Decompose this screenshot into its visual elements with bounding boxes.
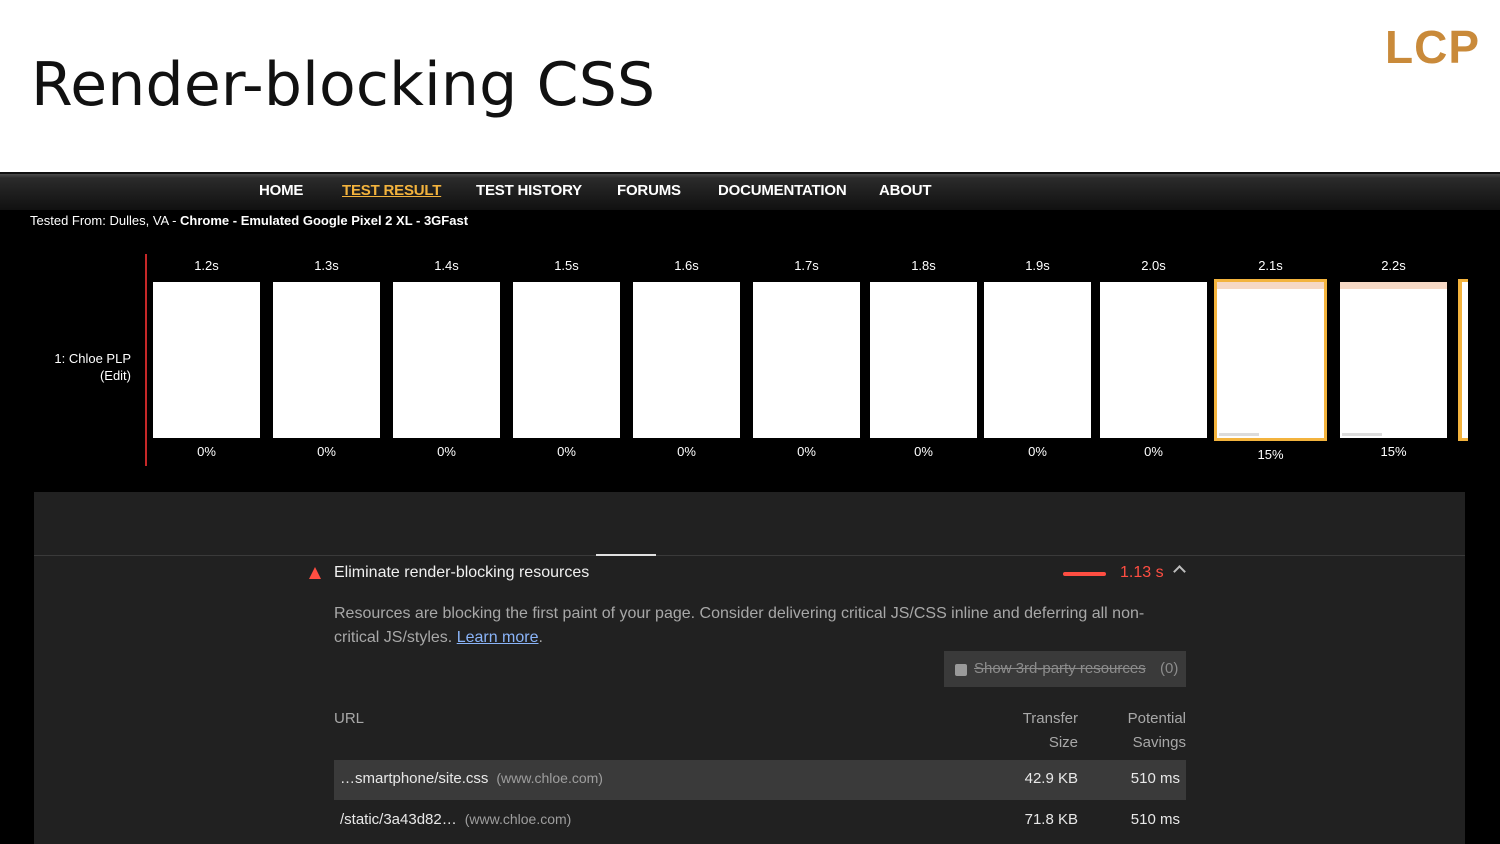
frame-visual-progress: 0% bbox=[797, 444, 816, 459]
top-navbar: HOME TEST RESULT TEST HISTORY FORUMS DOC… bbox=[0, 172, 1500, 210]
savings-bar bbox=[1063, 572, 1106, 576]
tested-from-info: Tested From: Dulles, VA - Chrome - Emula… bbox=[30, 213, 468, 228]
filmstrip-frame[interactable] bbox=[393, 282, 500, 438]
nav-test-result[interactable]: TEST RESULT bbox=[342, 182, 441, 199]
frame-time: 1.8s bbox=[911, 258, 936, 273]
frame-time: 1.3s bbox=[314, 258, 339, 273]
filmstrip-test-label: 1: Chloe PLP (Edit) bbox=[30, 350, 131, 384]
third-party-checkbox[interactable] bbox=[955, 664, 967, 676]
lighthouse-panel: Eliminate render-blocking resources 1.13… bbox=[34, 492, 1465, 844]
filmstrip-frame[interactable] bbox=[984, 282, 1091, 438]
frame-visual-progress: 0% bbox=[1028, 444, 1047, 459]
test-name: 1: Chloe PLP bbox=[54, 351, 131, 366]
filmstrip-frame[interactable] bbox=[513, 282, 620, 438]
frame-time: 1.9s bbox=[1025, 258, 1050, 273]
frame-visual-progress: 0% bbox=[317, 444, 336, 459]
filmstrip-frame[interactable] bbox=[153, 282, 260, 438]
description-end: . bbox=[538, 629, 543, 646]
resource-host: (www.chloe.com) bbox=[464, 811, 572, 827]
filmstrip-frame[interactable] bbox=[753, 282, 860, 438]
filmstrip-frame-partial bbox=[1458, 279, 1468, 441]
nav-forums[interactable]: FORUMS bbox=[617, 182, 681, 199]
nav-home[interactable]: HOME bbox=[259, 182, 303, 199]
frame-time: 1.6s bbox=[674, 258, 699, 273]
transfer-header-line1: Transfer bbox=[1022, 710, 1078, 727]
audit-title[interactable]: Eliminate render-blocking resources bbox=[334, 564, 589, 582]
resource-host: (www.chloe.com) bbox=[496, 770, 603, 786]
resource-url-cell: /static/3a43d82… (www.chloe.com) bbox=[340, 811, 571, 828]
potential-savings: 510 ms bbox=[1130, 770, 1180, 787]
nav-about[interactable]: ABOUT bbox=[879, 182, 932, 199]
potential-savings: 510 ms bbox=[1130, 811, 1180, 828]
transfer-header-line2: Size bbox=[1048, 734, 1078, 751]
resource-url[interactable]: /static/3a43d82… bbox=[340, 811, 457, 828]
frame-time: 2.1s bbox=[1258, 258, 1283, 273]
frame-visual-progress: 0% bbox=[437, 444, 456, 459]
transfer-size: 71.8 KB bbox=[1024, 811, 1078, 828]
column-header-potential-savings: Potential Savings bbox=[1102, 707, 1186, 755]
frame-visual-progress: 15% bbox=[1257, 447, 1284, 462]
savings-header-line1: Potential bbox=[1127, 710, 1186, 727]
nav-documentation[interactable]: DOCUMENTATION bbox=[718, 182, 847, 199]
transfer-size: 42.9 KB bbox=[1024, 770, 1078, 787]
frame-time: 1.7s bbox=[794, 258, 819, 273]
description-text: Resources are blocking the first paint o… bbox=[334, 605, 1145, 646]
column-header-url: URL bbox=[334, 710, 365, 727]
frame-header-strip bbox=[1217, 282, 1324, 289]
filmstrip-frame[interactable] bbox=[1100, 282, 1207, 438]
third-party-toggle[interactable]: Show 3rd-party resources (0) bbox=[944, 651, 1186, 687]
column-header-transfer-size: Transfer Size bbox=[994, 707, 1078, 755]
frame-time: 1.4s bbox=[434, 258, 459, 273]
frame-time: 1.2s bbox=[194, 258, 219, 273]
filmstrip-frame[interactable] bbox=[1340, 282, 1447, 438]
filmstrip-divider bbox=[145, 254, 147, 466]
panel-divider bbox=[34, 555, 1465, 556]
audit-description: Resources are blocking the first paint o… bbox=[334, 602, 1189, 650]
table-row[interactable]: /static/3a43d82… (www.chloe.com) 71.8 KB … bbox=[334, 801, 1186, 841]
frame-visual-progress: 0% bbox=[557, 444, 576, 459]
savings-header-line2: Savings bbox=[1132, 734, 1186, 751]
resource-url[interactable]: …smartphone/site.css bbox=[340, 770, 488, 787]
filmstrip-frame[interactable] bbox=[273, 282, 380, 438]
learn-more-link[interactable]: Learn more bbox=[457, 629, 539, 646]
test-config: Chrome - Emulated Google Pixel 2 XL - 3G… bbox=[180, 213, 469, 228]
frame-visual-progress: 0% bbox=[914, 444, 933, 459]
slide-title: Render-blocking CSS bbox=[31, 50, 656, 120]
filmstrip-frame[interactable] bbox=[1214, 279, 1327, 441]
frame-visual-progress: 0% bbox=[1144, 444, 1163, 459]
frame-footer-strip bbox=[1219, 433, 1259, 436]
tested-from-prefix: Tested From: Dulles, VA - bbox=[30, 213, 181, 228]
audit-savings: 1.13 s bbox=[1120, 564, 1164, 581]
third-party-count: (0) bbox=[1160, 660, 1179, 677]
frame-header-strip bbox=[1340, 282, 1447, 289]
active-tab-indicator bbox=[596, 554, 656, 556]
slide-tag-lcp: LCP bbox=[1385, 21, 1480, 73]
frame-time: 2.0s bbox=[1141, 258, 1166, 273]
webpagetest-screenshot: HOME TEST RESULT TEST HISTORY FORUMS DOC… bbox=[0, 172, 1500, 844]
frame-visual-progress: 0% bbox=[197, 444, 216, 459]
frame-visual-progress: 0% bbox=[677, 444, 696, 459]
warning-triangle-icon bbox=[309, 567, 321, 579]
resource-url-cell: …smartphone/site.css (www.chloe.com) bbox=[340, 770, 603, 787]
edit-link[interactable]: (Edit) bbox=[30, 367, 131, 384]
frame-time: 2.2s bbox=[1381, 258, 1406, 273]
frame-visual-progress: 15% bbox=[1380, 444, 1407, 459]
table-row[interactable]: …smartphone/site.css (www.chloe.com) 42.9… bbox=[334, 760, 1186, 800]
filmstrip-frame[interactable] bbox=[633, 282, 740, 438]
frame-footer-strip bbox=[1342, 433, 1382, 436]
third-party-label: Show 3rd-party resources bbox=[974, 660, 1146, 677]
nav-test-history[interactable]: TEST HISTORY bbox=[476, 182, 582, 199]
frame-time: 1.5s bbox=[554, 258, 579, 273]
chevron-up-icon[interactable] bbox=[1173, 565, 1186, 578]
filmstrip-frame[interactable] bbox=[870, 282, 977, 438]
